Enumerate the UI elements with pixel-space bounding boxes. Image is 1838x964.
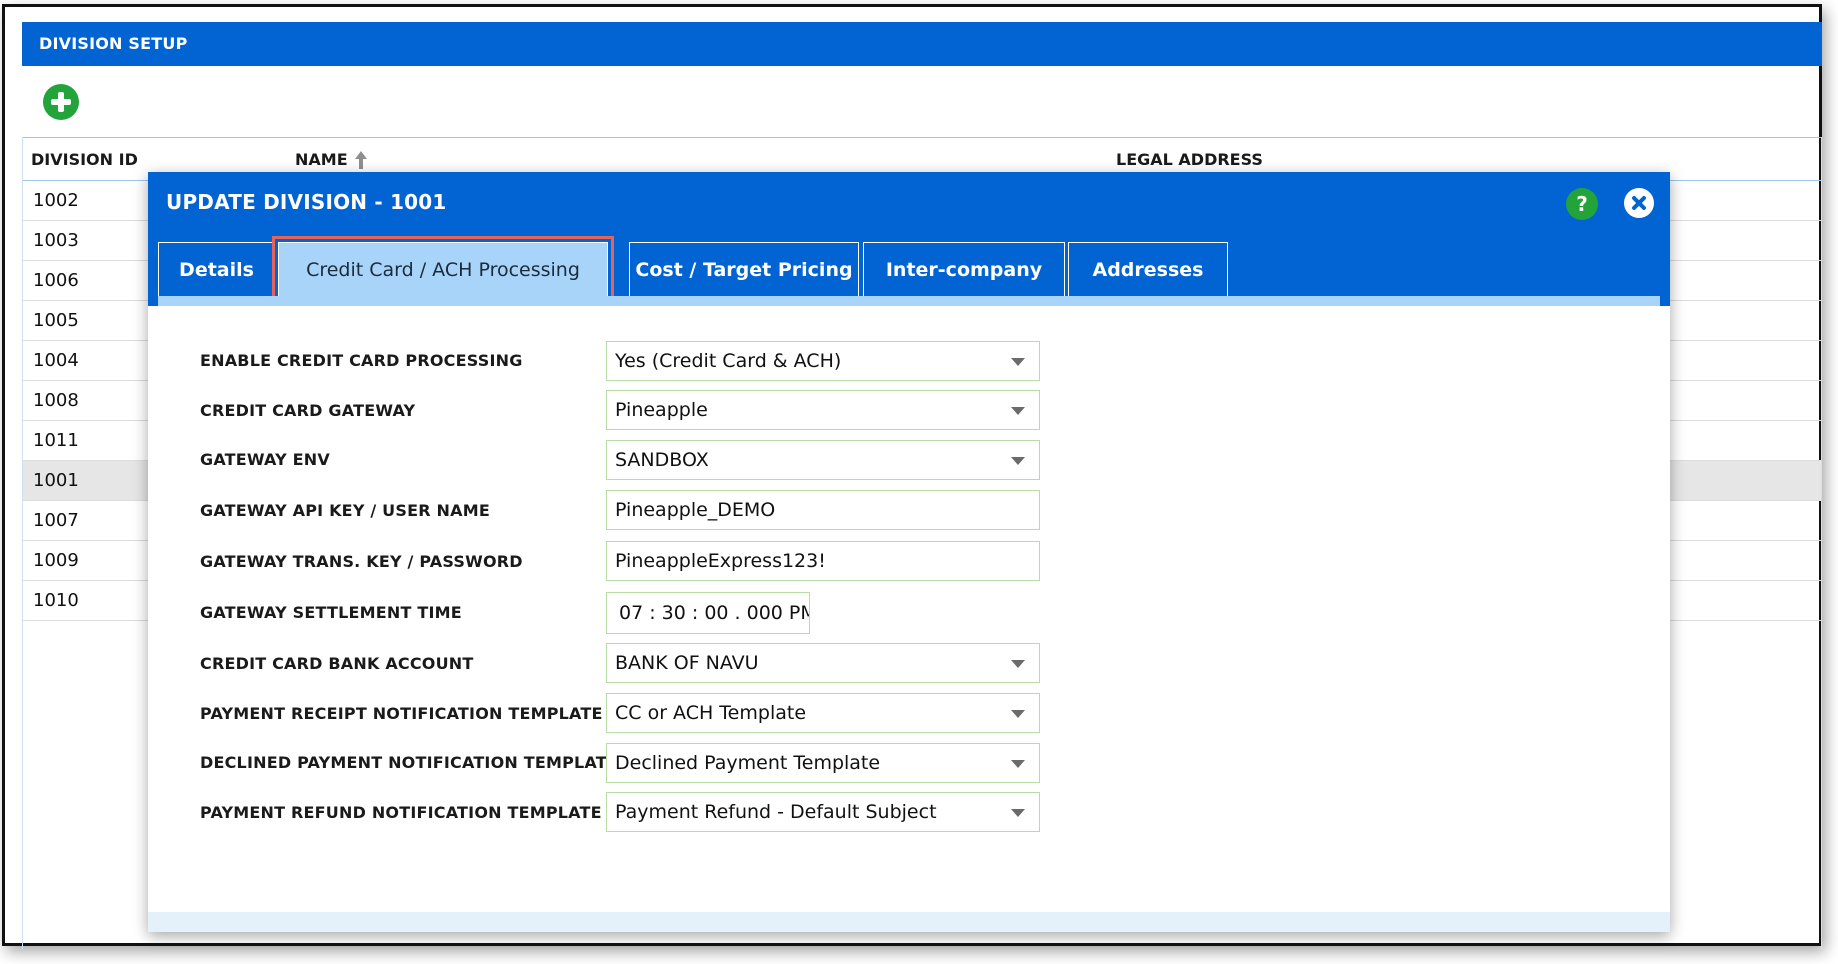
gateway-env-value: SANDBOX (615, 449, 709, 471)
api-key-value: Pineapple_DEMO (615, 499, 776, 521)
division-id-cell: 1010 (33, 590, 79, 611)
chevron-down-icon (1011, 457, 1025, 465)
chevron-down-icon (1011, 760, 1025, 768)
column-header-division-id[interactable]: DIVISION ID (31, 150, 138, 169)
credit-card-form: ENABLE CREDIT CARD PROCESSING Yes (Credi… (158, 306, 1660, 902)
close-circle-icon[interactable] (1624, 188, 1654, 218)
declined-template-select[interactable]: Declined Payment Template (606, 743, 1040, 783)
tab-details[interactable]: Details (158, 242, 275, 296)
arrow-up-icon[interactable] (354, 150, 368, 170)
refund-template-label: PAYMENT REFUND NOTIFICATION TEMPLATE (200, 803, 602, 822)
page-header: DIVISION SETUP (22, 22, 1822, 66)
refund-template-select[interactable]: Payment Refund - Default Subject (606, 792, 1040, 832)
modal-title: UPDATE DIVISION - 1001 (166, 190, 447, 214)
receipt-template-select[interactable]: CC or ACH Template (606, 693, 1040, 733)
receipt-template-value: CC or ACH Template (615, 702, 807, 724)
division-id-cell: 1009 (33, 550, 79, 571)
division-id-cell: 1003 (33, 230, 79, 251)
gateway-env-select[interactable]: SANDBOX (606, 440, 1040, 480)
api-key-input[interactable]: Pineapple_DEMO (606, 490, 1040, 530)
update-division-modal: UPDATE DIVISION - 1001 ? Details Credit … (148, 172, 1670, 932)
division-id-cell: 1004 (33, 350, 79, 371)
column-header-legal-address[interactable]: LEGAL ADDRESS (1116, 150, 1263, 169)
refund-template-value: Payment Refund - Default Subject (615, 801, 937, 823)
trans-key-input[interactable]: PineappleExpress123! (606, 541, 1040, 581)
division-id-cell: 1002 (33, 190, 79, 211)
tab-addresses[interactable]: Addresses (1068, 242, 1228, 296)
chevron-down-icon (1011, 407, 1025, 415)
division-id-cell: 1005 (33, 310, 79, 331)
column-header-name[interactable]: NAME (295, 150, 348, 169)
division-id-cell: 1006 (33, 270, 79, 291)
modal-header: UPDATE DIVISION - 1001 ? (148, 172, 1670, 234)
settlement-time-input[interactable]: 07 : 30 : 00 . 000 PM (606, 592, 810, 634)
chevron-down-icon (1011, 809, 1025, 817)
tab-content-strip (158, 296, 1660, 306)
question-circle-icon[interactable]: ? (1566, 188, 1598, 220)
gateway-env-label: GATEWAY ENV (200, 450, 330, 469)
tab-cost-target-pricing[interactable]: Cost / Target Pricing (629, 242, 859, 296)
trans-key-value: PineappleExpress123! (615, 550, 826, 572)
chevron-down-icon (1011, 358, 1025, 366)
enable-cc-label: ENABLE CREDIT CARD PROCESSING (200, 351, 523, 370)
division-id-cell: 1007 (33, 510, 79, 531)
enable-cc-value: Yes (Credit Card & ACH) (615, 350, 842, 372)
division-id-cell: 1011 (33, 430, 79, 451)
bank-account-label: CREDIT CARD BANK ACCOUNT (200, 654, 474, 673)
cc-gateway-value: Pineapple (615, 399, 708, 421)
receipt-template-label: PAYMENT RECEIPT NOTIFICATION TEMPLATE (200, 704, 603, 723)
cc-gateway-select[interactable]: Pineapple (606, 390, 1040, 430)
chevron-down-icon (1011, 660, 1025, 668)
trans-key-label: GATEWAY TRANS. KEY / PASSWORD (200, 552, 523, 571)
enable-cc-select[interactable]: Yes (Credit Card & ACH) (606, 341, 1040, 381)
bank-account-value: BANK OF NAVU (615, 652, 759, 674)
division-id-cell: 1008 (33, 390, 79, 411)
add-division-button[interactable] (43, 84, 79, 120)
cc-gateway-label: CREDIT CARD GATEWAY (200, 401, 416, 420)
tab-inter-company[interactable]: Inter-company (863, 242, 1065, 296)
declined-template-label: DECLINED PAYMENT NOTIFICATION TEMPLATE (200, 753, 619, 772)
modal-footer (148, 912, 1670, 932)
page-title: DIVISION SETUP (39, 34, 188, 53)
declined-template-value: Declined Payment Template (615, 752, 881, 774)
chevron-down-icon (1011, 710, 1025, 718)
tab-credit-card-ach-processing[interactable]: Credit Card / ACH Processing (272, 236, 614, 302)
settlement-time-label: GATEWAY SETTLEMENT TIME (200, 603, 462, 622)
division-id-cell: 1001 (33, 470, 79, 491)
settlement-time-value: 07 : 30 : 00 . 000 PM (619, 602, 810, 624)
bank-account-select[interactable]: BANK OF NAVU (606, 643, 1040, 683)
api-key-label: GATEWAY API KEY / USER NAME (200, 501, 490, 520)
